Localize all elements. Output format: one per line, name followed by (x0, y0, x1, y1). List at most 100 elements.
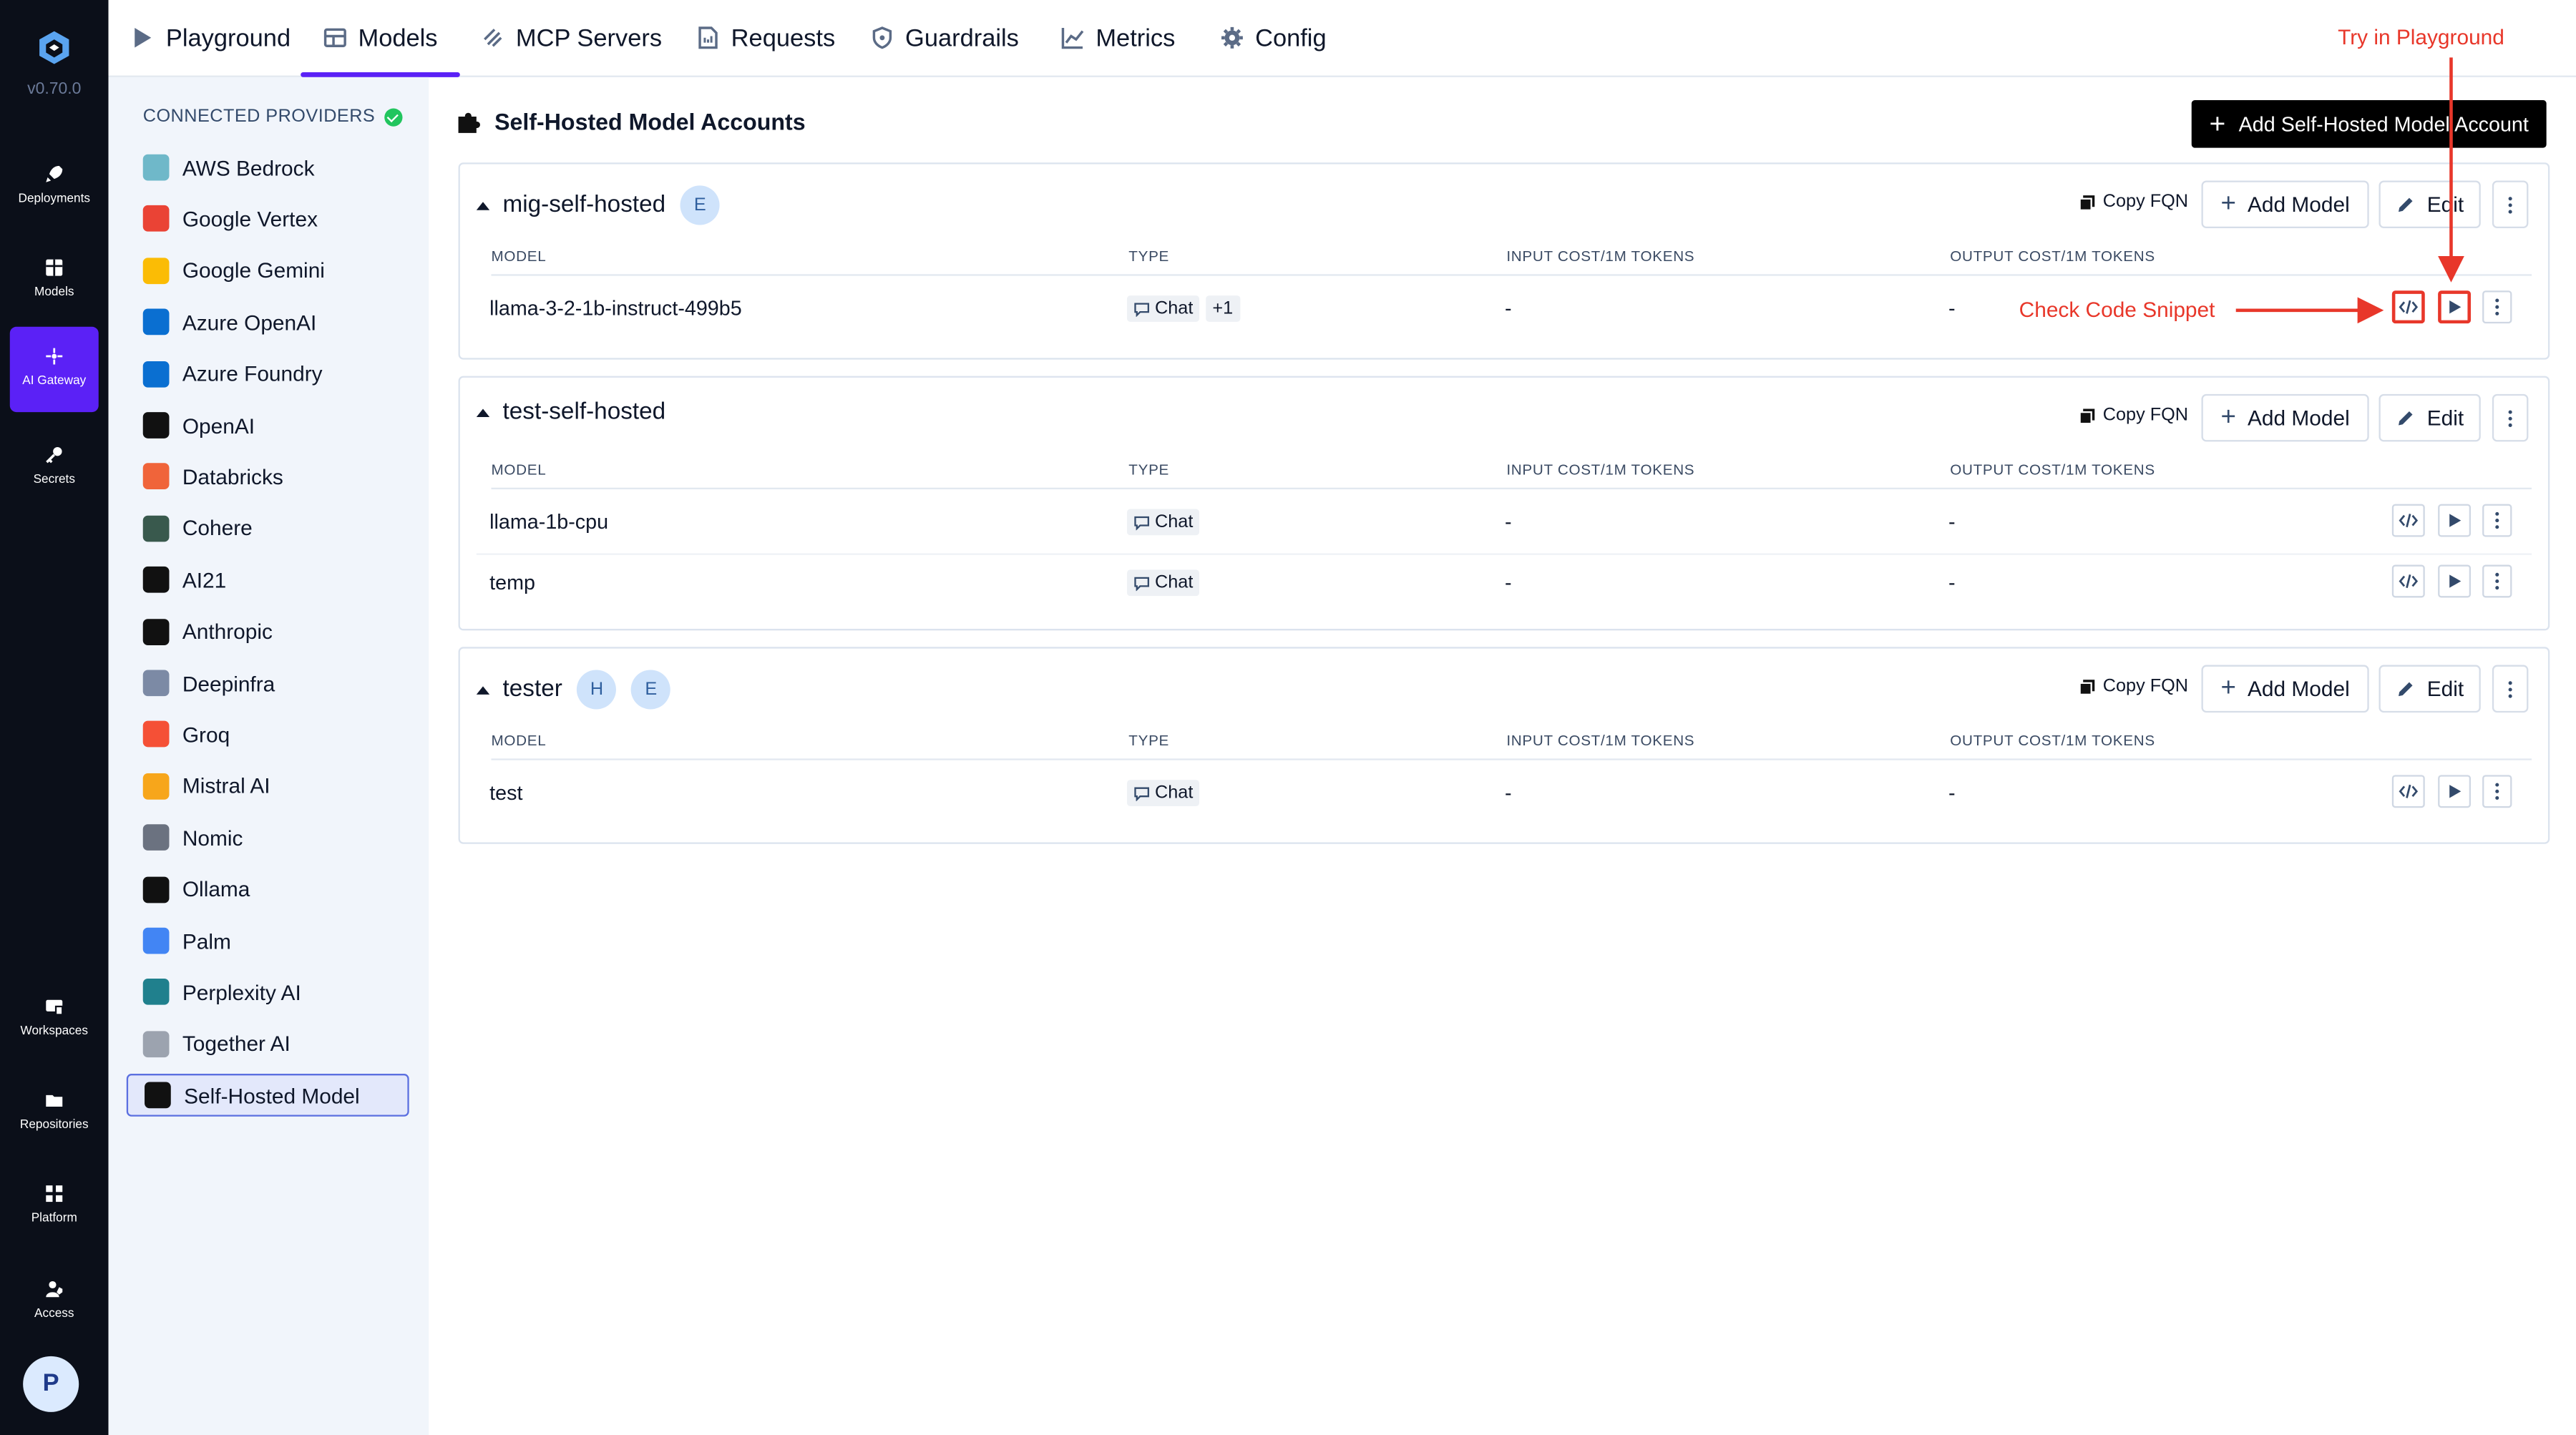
code-snippet-button[interactable] (2391, 504, 2425, 537)
copy-fqn-button[interactable]: Copy FQN (2078, 677, 2188, 696)
provider-item[interactable]: Perplexity AI (127, 971, 409, 1014)
try-playground-button[interactable] (2438, 775, 2472, 808)
code-snippet-button[interactable] (2391, 564, 2425, 598)
provider-item[interactable]: Cohere (127, 507, 409, 550)
rail-label: Platform (31, 1210, 77, 1225)
copy-fqn-button[interactable]: Copy FQN (2078, 406, 2188, 425)
table-header: MODEL TYPE INPUT COST/1M TOKENS OUTPUT COST… (491, 241, 2532, 276)
type-chip: Chat (1126, 509, 1200, 536)
provider-item[interactable]: Databricks (127, 456, 409, 499)
provider-item[interactable]: Anthropic (127, 610, 409, 653)
row-menu-button[interactable] (2482, 504, 2512, 537)
provider-item[interactable]: Together AI (127, 1022, 409, 1065)
rail-item-repositories[interactable]: Repositories (10, 1070, 99, 1155)
provider-item[interactable]: Self-Hosted Model (126, 1074, 409, 1117)
provider-item[interactable]: Google Vertex (127, 197, 409, 240)
row-menu-button[interactable] (2482, 775, 2512, 808)
kebab-icon (2494, 297, 2500, 317)
annotation-try-playground: Try in Playground (2338, 24, 2504, 49)
column-header: MODEL (491, 732, 547, 749)
add-model-button[interactable]: + Add Model (2201, 393, 2369, 442)
code-snippet-button[interactable] (2391, 290, 2425, 324)
column-header: OUTPUT COST/1M TOKENS (1950, 248, 2155, 265)
rail-item-ai-gateway[interactable]: AI Gateway (9, 326, 99, 413)
account-menu-button[interactable] (2492, 393, 2529, 442)
row-menu-button[interactable] (2482, 564, 2512, 598)
account-header[interactable]: mig-self-hosted E (476, 185, 720, 225)
tab-mcp-servers[interactable]: MCP Servers (482, 0, 662, 76)
collapse-caret-icon[interactable] (476, 201, 490, 210)
provider-logo-icon (142, 308, 170, 336)
rail-label: Secrets (33, 471, 75, 486)
edit-button[interactable]: Edit (2379, 665, 2481, 713)
provider-item[interactable]: Groq (127, 713, 409, 756)
column-header: OUTPUT COST/1M TOKENS (1950, 461, 2155, 478)
page-title-text: Self-Hosted Model Accounts (494, 108, 806, 135)
document-icon (698, 26, 718, 49)
try-playground-button[interactable] (2438, 564, 2472, 598)
provider-item[interactable]: OpenAI (127, 404, 409, 447)
provider-label: Anthropic (182, 619, 273, 644)
try-playground-button[interactable] (2438, 504, 2472, 537)
rail-item-platform[interactable]: Platform (10, 1164, 99, 1249)
code-snippet-button[interactable] (2391, 775, 2425, 808)
try-playground-button[interactable] (2438, 290, 2472, 324)
tab-requests[interactable]: Requests (696, 0, 835, 76)
plus-icon: + (2220, 674, 2236, 702)
type-chip: Chat (1126, 295, 1200, 322)
add-model-label: Add Model (2248, 192, 2350, 217)
account-card: test-self-hosted Copy FQN + Add Model Edit MO… (458, 376, 2550, 631)
provider-item[interactable]: AI21 (127, 559, 409, 602)
rail-label: Repositories (19, 1116, 89, 1132)
model-name: test (489, 781, 523, 805)
user-shield-icon (46, 1280, 63, 1298)
collapse-caret-icon[interactable] (476, 408, 490, 416)
tab-models[interactable]: Models (300, 0, 462, 77)
provider-item[interactable]: Azure OpenAI (127, 300, 409, 343)
page-title: Self-Hosted Model Accounts (457, 108, 806, 135)
add-account-label: Add Self-Hosted Model Account (2238, 112, 2529, 136)
tab-guardrails[interactable]: Guardrails (871, 0, 1019, 76)
copy-fqn-button[interactable]: Copy FQN (2078, 192, 2188, 212)
account-header[interactable]: test-self-hosted (476, 399, 665, 425)
app-logo-icon[interactable] (36, 29, 73, 65)
rail-item-deployments[interactable]: Deployments (10, 145, 99, 230)
provider-item[interactable]: Ollama (127, 868, 409, 911)
provider-item[interactable]: Deepinfra (127, 662, 409, 705)
provider-item[interactable]: AWS Bedrock (127, 146, 409, 189)
edit-button[interactable]: Edit (2379, 180, 2481, 229)
tab-label: Guardrails (905, 24, 1019, 52)
account-menu-button[interactable] (2492, 180, 2529, 229)
provider-logo-icon (142, 361, 170, 387)
provider-label: Groq (182, 722, 230, 748)
add-model-button[interactable]: + Add Model (2201, 665, 2369, 713)
account-header[interactable]: tester H E (476, 670, 671, 710)
rail-item-secrets[interactable]: Secrets (10, 425, 99, 510)
type-extra-chip[interactable]: +1 (1206, 295, 1240, 322)
provider-item[interactable]: Google Gemini (127, 249, 409, 292)
collapse-caret-icon[interactable] (476, 685, 490, 694)
provider-logo-icon (142, 618, 170, 645)
row-menu-button[interactable] (2482, 290, 2512, 324)
tab-label: Config (1255, 24, 1327, 52)
edit-button[interactable]: Edit (2379, 393, 2481, 442)
pencil-icon (2399, 197, 2414, 211)
provider-item[interactable]: Mistral AI (127, 765, 409, 808)
tab-config[interactable]: Config (1221, 0, 1327, 76)
provider-label: Azure Foundry (182, 361, 323, 386)
rail-item-access[interactable]: Access (10, 1259, 99, 1344)
key-icon (46, 446, 62, 464)
account-card: mig-self-hosted E Copy FQN + Add Model Edit MO… (458, 162, 2550, 360)
add-self-hosted-account-button[interactable]: + Add Self-Hosted Model Account (2191, 100, 2547, 148)
user-avatar[interactable]: P (23, 1356, 79, 1412)
provider-item[interactable]: Azure Foundry (127, 353, 409, 396)
add-model-button[interactable]: + Add Model (2201, 180, 2369, 229)
rail-item-models[interactable]: Models (10, 238, 99, 323)
provider-item[interactable]: Nomic (127, 816, 409, 859)
account-menu-button[interactable] (2492, 665, 2529, 713)
tab-metrics[interactable]: Metrics (1061, 0, 1175, 76)
tab-playground[interactable]: Playground (132, 0, 291, 76)
provider-item[interactable]: Palm (127, 919, 409, 962)
rail-item-workspaces[interactable]: Workspaces (10, 977, 99, 1062)
provider-logo-icon (142, 154, 170, 181)
